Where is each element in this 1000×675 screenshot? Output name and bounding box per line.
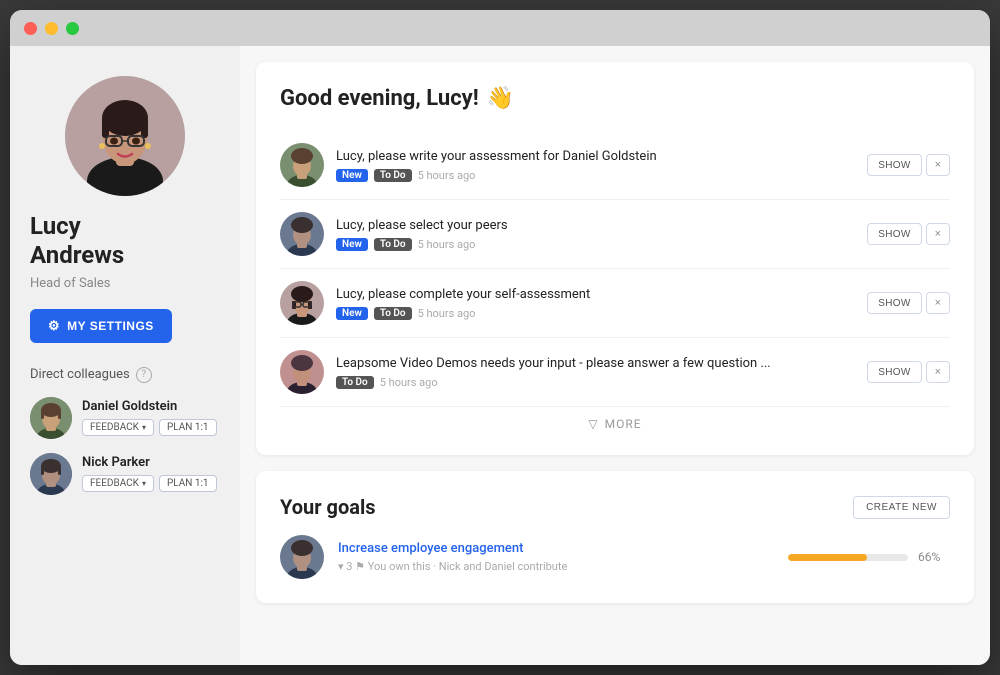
tag-todo: To Do <box>374 238 412 251</box>
main-layout: Lucy Andrews Head of Sales ⚙ MY SETTINGS… <box>10 46 990 665</box>
colleagues-label: Direct colleagues <box>30 367 130 382</box>
notif-avatar-3 <box>280 281 324 325</box>
notification-item: Lucy, please write your assessment for D… <box>280 131 950 200</box>
titlebar <box>10 10 990 46</box>
greeting: Good evening, Lucy! 👋 <box>280 86 950 111</box>
settings-button[interactable]: ⚙ MY SETTINGS <box>30 309 172 343</box>
colleague-name: Nick Parker <box>82 455 220 470</box>
main-content: Good evening, Lucy! 👋 <box>240 46 990 665</box>
goals-header: Your goals CREATE NEW <box>280 495 950 519</box>
colleague-badges: FEEDBACK ▾ PLAN 1:1 <box>82 419 220 436</box>
zoom-dot[interactable] <box>66 22 79 35</box>
progress-bar-background <box>788 554 908 561</box>
user-role: Head of Sales <box>30 276 111 291</box>
help-icon[interactable]: ? <box>136 367 152 383</box>
close-button[interactable]: × <box>926 223 950 245</box>
notif-actions: SHOW × <box>867 361 950 383</box>
close-button[interactable]: × <box>926 361 950 383</box>
goal-item: Increase employee engagement ▾ 3 ⚑ You o… <box>280 535 950 579</box>
notif-text: Lucy, please complete your self-assessme… <box>336 287 855 302</box>
user-name: Lucy Andrews <box>30 212 124 270</box>
tag-new: New <box>336 238 368 251</box>
plan11-badge-nick[interactable]: PLAN 1:1 <box>159 475 217 492</box>
close-button[interactable]: × <box>926 154 950 176</box>
goal-info: Increase employee engagement ▾ 3 ⚑ You o… <box>338 541 774 573</box>
notif-avatar-4 <box>280 350 324 394</box>
notif-time: 5 hours ago <box>418 307 476 320</box>
goal-progress-wrap: 66% <box>788 550 950 564</box>
minimize-dot[interactable] <box>45 22 58 35</box>
notif-time: 5 hours ago <box>418 169 476 182</box>
app-window: Lucy Andrews Head of Sales ⚙ MY SETTINGS… <box>10 10 990 665</box>
tag-todo: To Do <box>374 169 412 182</box>
colleagues-header: Direct colleagues ? <box>30 367 152 383</box>
show-button[interactable]: SHOW <box>867 154 921 176</box>
colleague-info-nick: Nick Parker FEEDBACK ▾ PLAN 1:1 <box>82 455 220 492</box>
notif-text: Lucy, please select your peers <box>336 218 855 233</box>
notif-meta: New To Do 5 hours ago <box>336 169 855 182</box>
goal-avatar <box>280 535 324 579</box>
notif-avatar-2 <box>280 212 324 256</box>
notif-time: 5 hours ago <box>380 376 438 389</box>
show-button[interactable]: SHOW <box>867 223 921 245</box>
colleague-name: Daniel Goldstein <box>82 399 220 414</box>
tag-todo: To Do <box>336 376 374 389</box>
colleague-avatar-nick <box>30 453 72 495</box>
notif-time: 5 hours ago <box>418 238 476 251</box>
greeting-text: Good evening, Lucy! <box>280 86 479 111</box>
notif-text: Leapsome Video Demos needs your input - … <box>336 356 855 371</box>
goal-meta: ▾ 3 ⚑ You own this · Nick and Daniel con… <box>338 560 774 573</box>
notif-actions: SHOW × <box>867 292 950 314</box>
notif-body-3: Lucy, please complete your self-assessme… <box>336 287 855 320</box>
feedback-badge-daniel[interactable]: FEEDBACK ▾ <box>82 419 154 436</box>
close-dot[interactable] <box>24 22 37 35</box>
close-button[interactable]: × <box>926 292 950 314</box>
notif-body-2: Lucy, please select your peers New To Do… <box>336 218 855 251</box>
notif-meta: New To Do 5 hours ago <box>336 238 855 251</box>
sidebar: Lucy Andrews Head of Sales ⚙ MY SETTINGS… <box>10 46 240 665</box>
colleague-avatar-daniel <box>30 397 72 439</box>
notification-item: Lucy, please select your peers New To Do… <box>280 200 950 269</box>
gear-icon: ⚙ <box>48 318 60 334</box>
notif-avatar-1 <box>280 143 324 187</box>
greeting-emoji: 👋 <box>487 86 514 111</box>
notif-actions: SHOW × <box>867 223 950 245</box>
colleague-item: Nick Parker FEEDBACK ▾ PLAN 1:1 <box>30 453 220 495</box>
notif-body-4: Leapsome Video Demos needs your input - … <box>336 356 855 389</box>
progress-bar-fill <box>788 554 867 561</box>
notif-meta: New To Do 5 hours ago <box>336 307 855 320</box>
tag-new: New <box>336 169 368 182</box>
settings-label: MY SETTINGS <box>67 319 154 333</box>
notification-item: Leapsome Video Demos needs your input - … <box>280 338 950 407</box>
notifications-card: Good evening, Lucy! 👋 <box>256 62 974 455</box>
user-avatar <box>65 76 185 196</box>
notif-actions: SHOW × <box>867 154 950 176</box>
notif-text: Lucy, please write your assessment for D… <box>336 149 855 164</box>
tag-todo: To Do <box>374 307 412 320</box>
notification-item: Lucy, please complete your self-assessme… <box>280 269 950 338</box>
tag-new: New <box>336 307 368 320</box>
more-label: MORE <box>605 417 642 431</box>
goal-title[interactable]: Increase employee engagement <box>338 541 774 556</box>
chevron-down-icon: ▽ <box>588 417 598 431</box>
notif-meta: To Do 5 hours ago <box>336 376 855 389</box>
progress-percent: 66% <box>918 550 950 564</box>
colleague-info-daniel: Daniel Goldstein FEEDBACK ▾ PLAN 1:1 <box>82 399 220 436</box>
show-button[interactable]: SHOW <box>867 361 921 383</box>
goals-title: Your goals <box>280 495 376 519</box>
feedback-badge-nick[interactable]: FEEDBACK ▾ <box>82 475 154 492</box>
plan11-badge-daniel[interactable]: PLAN 1:1 <box>159 419 217 436</box>
colleague-item: Daniel Goldstein FEEDBACK ▾ PLAN 1:1 <box>30 397 220 439</box>
notif-body-1: Lucy, please write your assessment for D… <box>336 149 855 182</box>
goals-card: Your goals CREATE NEW Incr <box>256 471 974 603</box>
show-button[interactable]: SHOW <box>867 292 921 314</box>
colleague-badges: FEEDBACK ▾ PLAN 1:1 <box>82 475 220 492</box>
create-new-button[interactable]: CREATE NEW <box>853 496 950 519</box>
more-button[interactable]: ▽ MORE <box>280 417 950 431</box>
